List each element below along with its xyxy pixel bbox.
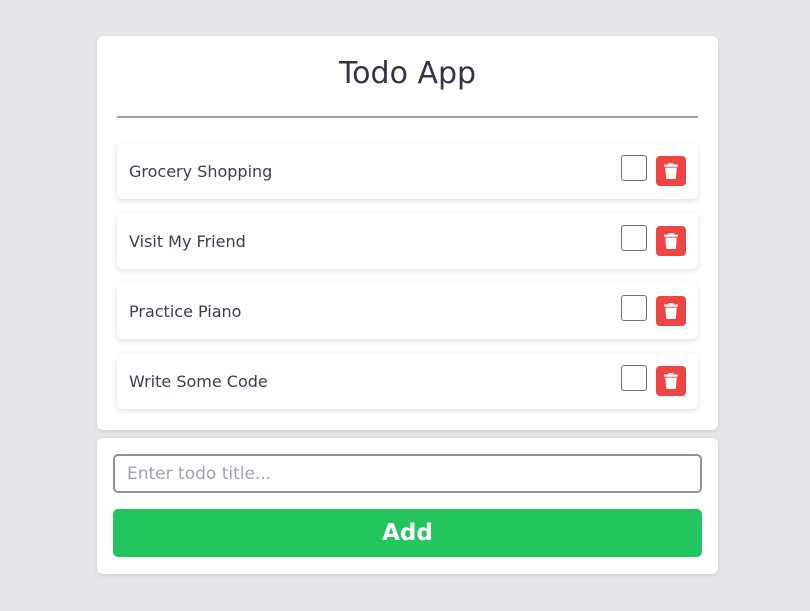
- todo-item: Grocery Shopping: [117, 143, 698, 199]
- add-button[interactable]: Add: [113, 509, 702, 557]
- todo-label: Practice Piano: [129, 301, 242, 321]
- todo-label: Grocery Shopping: [129, 161, 273, 181]
- trash-icon: [664, 233, 678, 249]
- delete-button[interactable]: [656, 156, 686, 186]
- trash-icon: [664, 303, 678, 319]
- todo-item: Practice Piano: [117, 283, 698, 339]
- add-todo-card: Add: [97, 438, 718, 574]
- trash-icon: [664, 373, 678, 389]
- todo-checkbox[interactable]: [621, 365, 647, 391]
- todo-list: Grocery Shopping Visit My Friend Practic…: [117, 143, 698, 409]
- trash-icon: [664, 163, 678, 179]
- todo-label: Write Some Code: [129, 371, 268, 391]
- delete-button[interactable]: [656, 226, 686, 256]
- delete-button[interactable]: [656, 296, 686, 326]
- title-divider: [117, 116, 698, 118]
- todo-item: Visit My Friend: [117, 213, 698, 269]
- page-title: Todo App: [338, 56, 477, 91]
- todo-checkbox[interactable]: [621, 225, 647, 251]
- delete-button[interactable]: [656, 366, 686, 396]
- todo-item: Write Some Code: [117, 353, 698, 409]
- todo-label: Visit My Friend: [129, 231, 246, 251]
- todo-list-card: Todo App Grocery Shopping Visit My Frien…: [97, 36, 718, 430]
- todo-checkbox[interactable]: [621, 295, 647, 321]
- todo-checkbox[interactable]: [621, 155, 647, 181]
- todo-title-input[interactable]: [113, 454, 702, 493]
